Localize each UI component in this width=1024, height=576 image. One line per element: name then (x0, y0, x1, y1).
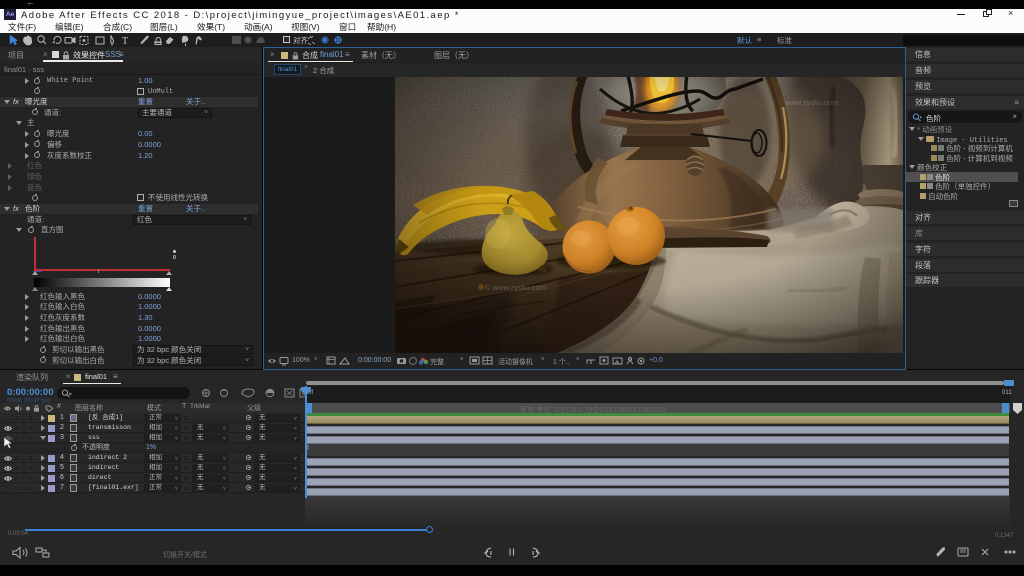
svg-text:T: T (122, 36, 128, 47)
